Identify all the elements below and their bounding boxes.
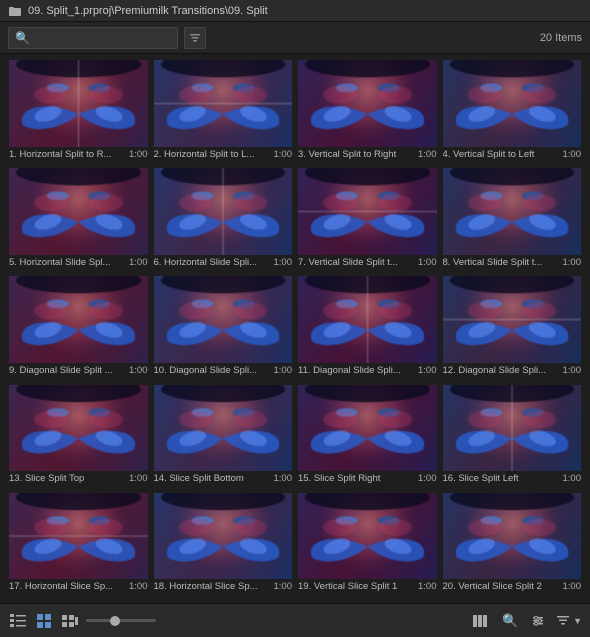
item-name: 11. Diagonal Slide Spli... (298, 365, 414, 376)
sort-button[interactable]: ▼ (556, 614, 582, 628)
media-grid: 1. Horizontal Split to R...1:002. Horizo… (0, 54, 590, 603)
searchbar: 🔍 20 Items (0, 22, 590, 54)
search-icon: 🔍 (15, 31, 30, 45)
zoom-slider[interactable] (86, 619, 156, 622)
grid-item[interactable]: 3. Vertical Split to Right 1:00 (295, 58, 440, 166)
item-name: 12. Diagonal Slide Spli... (443, 365, 559, 376)
grid-view-button[interactable] (34, 611, 54, 631)
item-name: 15. Slice Split Right (298, 473, 414, 484)
item-name: 18. Horizontal Slice Sp... (154, 581, 270, 592)
grid-item[interactable]: 5. Horizontal Slide Spl... 1:00 (6, 166, 151, 274)
grid-item[interactable]: 4. Vertical Split to Left 1:00 (440, 58, 585, 166)
item-name: 4. Vertical Split to Left (443, 149, 559, 160)
item-duration: 1:00 (274, 473, 293, 484)
grid-item[interactable]: 10. Diagonal Slide Spli... 1:00 (151, 274, 296, 382)
item-duration: 1:00 (418, 257, 437, 268)
item-duration: 1:00 (274, 149, 293, 160)
item-name: 3. Vertical Split to Right (298, 149, 414, 160)
item-duration: 1:00 (274, 581, 293, 592)
zoom-slider-wrap (86, 619, 156, 622)
folder-icon (8, 4, 22, 18)
item-duration: 1:00 (418, 149, 437, 160)
item-duration: 1:00 (129, 365, 148, 376)
item-name: 19. Vertical Slice Split 1 (298, 581, 414, 592)
item-name: 7. Vertical Slide Split t... (298, 257, 414, 268)
item-name: 1. Horizontal Split to R... (9, 149, 125, 160)
bottombar: 🔍 ▼ (0, 603, 590, 637)
grid-item[interactable]: 18. Horizontal Slice Sp... 1:00 (151, 491, 296, 599)
grid-item[interactable]: 16. Slice Split Left 1:00 (440, 383, 585, 491)
item-name: 6. Horizontal Slide Spli... (154, 257, 270, 268)
grid-item[interactable]: 17. Horizontal Slice Sp... 1:00 (6, 491, 151, 599)
grid-item[interactable]: 11. Diagonal Slide Spli... 1:00 (295, 274, 440, 382)
grid-item[interactable]: 14. Slice Split Bottom 1:00 (151, 383, 296, 491)
grid-item[interactable]: 9. Diagonal Slide Split ... 1:00 (6, 274, 151, 382)
item-duration: 1:00 (563, 149, 582, 160)
grid-item[interactable]: 7. Vertical Slide Split t... 1:00 (295, 166, 440, 274)
item-name: 9. Diagonal Slide Split ... (9, 365, 125, 376)
item-duration: 1:00 (274, 257, 293, 268)
grid-item[interactable]: 1. Horizontal Split to R... 1:00 (6, 58, 151, 166)
item-duration: 1:00 (129, 581, 148, 592)
search-box[interactable]: 🔍 (8, 27, 178, 49)
item-duration: 1:00 (274, 365, 293, 376)
item-duration: 1:00 (129, 473, 148, 484)
item-name: 8. Vertical Slide Split t... (443, 257, 559, 268)
grid-item[interactable]: 2. Horizontal Split to L... 1:00 (151, 58, 296, 166)
item-duration: 1:00 (563, 581, 582, 592)
grid-item[interactable]: 13. Slice Split Top 1:00 (6, 383, 151, 491)
grid-item[interactable]: 15. Slice Split Right 1:00 (295, 383, 440, 491)
search-bottom-button[interactable]: 🔍 (500, 611, 520, 631)
filter-button[interactable] (184, 27, 206, 49)
item-duration: 1:00 (129, 257, 148, 268)
column-view-button[interactable] (472, 611, 492, 631)
item-duration: 1:00 (563, 473, 582, 484)
grid-item[interactable]: 12. Diagonal Slide Spli... 1:00 (440, 274, 585, 382)
item-name: 2. Horizontal Split to L... (154, 149, 270, 160)
item-duration: 1:00 (563, 257, 582, 268)
grid-item[interactable]: 20. Vertical Slice Split 2 1:00 (440, 491, 585, 599)
grid-item[interactable]: 6. Horizontal Slide Spli... 1:00 (151, 166, 296, 274)
item-duration: 1:00 (418, 473, 437, 484)
item-name: 5. Horizontal Slide Spl... (9, 257, 125, 268)
titlebar-title: 09. Split_1.prproj\Premiumilk Transition… (28, 5, 268, 17)
item-duration: 1:00 (418, 581, 437, 592)
item-duration: 1:00 (563, 365, 582, 376)
item-duration: 1:00 (129, 149, 148, 160)
item-name: 14. Slice Split Bottom (154, 473, 270, 484)
titlebar: 09. Split_1.prproj\Premiumilk Transition… (0, 0, 590, 22)
item-name: 16. Slice Split Left (443, 473, 559, 484)
items-count: 20 Items (540, 32, 582, 44)
grid-item[interactable]: 19. Vertical Slice Split 1 1:00 (295, 491, 440, 599)
list-view-button[interactable] (8, 611, 28, 631)
settings-button[interactable] (528, 611, 548, 631)
item-name: 10. Diagonal Slide Spli... (154, 365, 270, 376)
hover-scrub-button[interactable] (60, 611, 80, 631)
item-duration: 1:00 (418, 365, 437, 376)
item-name: 13. Slice Split Top (9, 473, 125, 484)
grid-item[interactable]: 8. Vertical Slide Split t... 1:00 (440, 166, 585, 274)
item-name: 20. Vertical Slice Split 2 (443, 581, 559, 592)
search-input[interactable] (34, 32, 174, 44)
item-name: 17. Horizontal Slice Sp... (9, 581, 125, 592)
